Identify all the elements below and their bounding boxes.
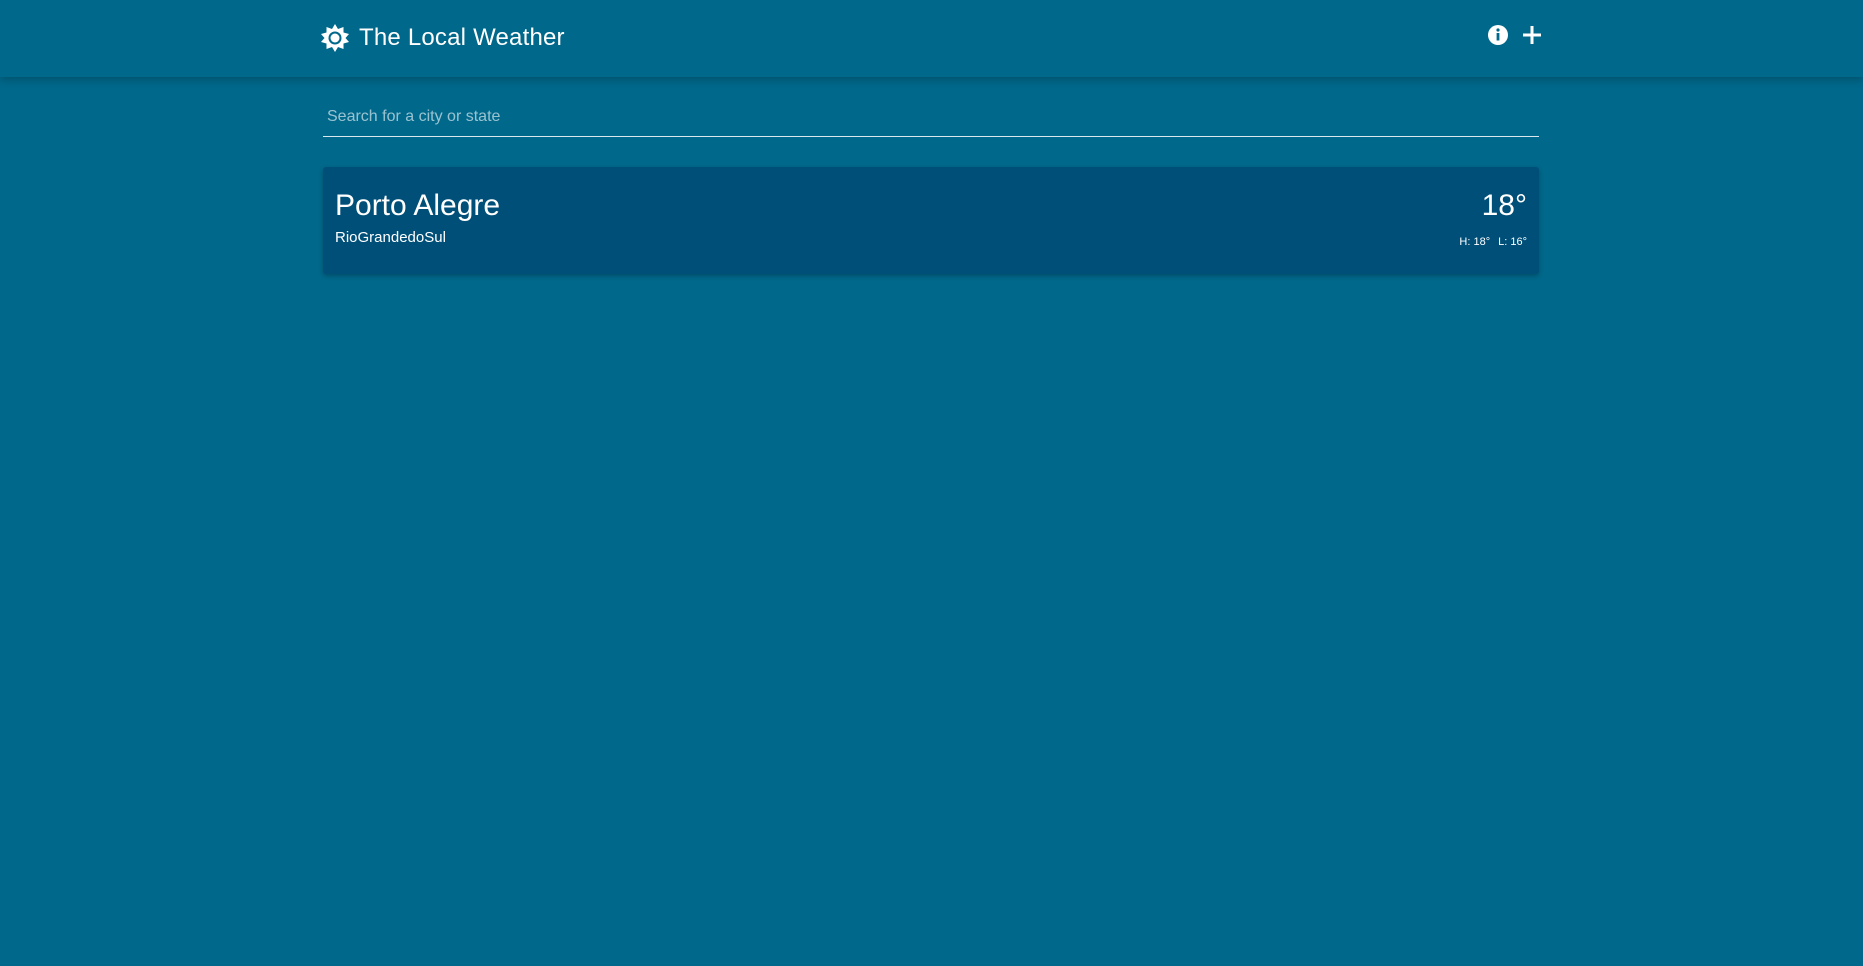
info-button[interactable] [1486, 24, 1510, 51]
brand: The Local Weather [321, 22, 565, 54]
app-title: The Local Weather [359, 24, 565, 51]
low-temperature: L: 16° [1498, 236, 1527, 248]
high-low: H: 18° L: 16° [1459, 236, 1527, 248]
app-header: The Local Weather [0, 0, 1863, 77]
search-input[interactable] [323, 100, 1539, 134]
current-temperature: 18° [1481, 189, 1527, 222]
location-card[interactable]: Porto Alegre RioGrandedoSul 18° H: 18° L… [323, 167, 1539, 274]
sun-icon [321, 24, 349, 52]
header-actions [1486, 24, 1544, 51]
info-icon [1487, 24, 1509, 51]
high-temperature: H: 18° [1459, 236, 1491, 248]
plus-icon [1522, 25, 1542, 50]
search-bar [323, 100, 1539, 137]
region-name: RioGrandedoSul [335, 229, 446, 246]
city-name: Porto Alegre [335, 189, 501, 222]
add-location-button[interactable] [1520, 25, 1544, 49]
